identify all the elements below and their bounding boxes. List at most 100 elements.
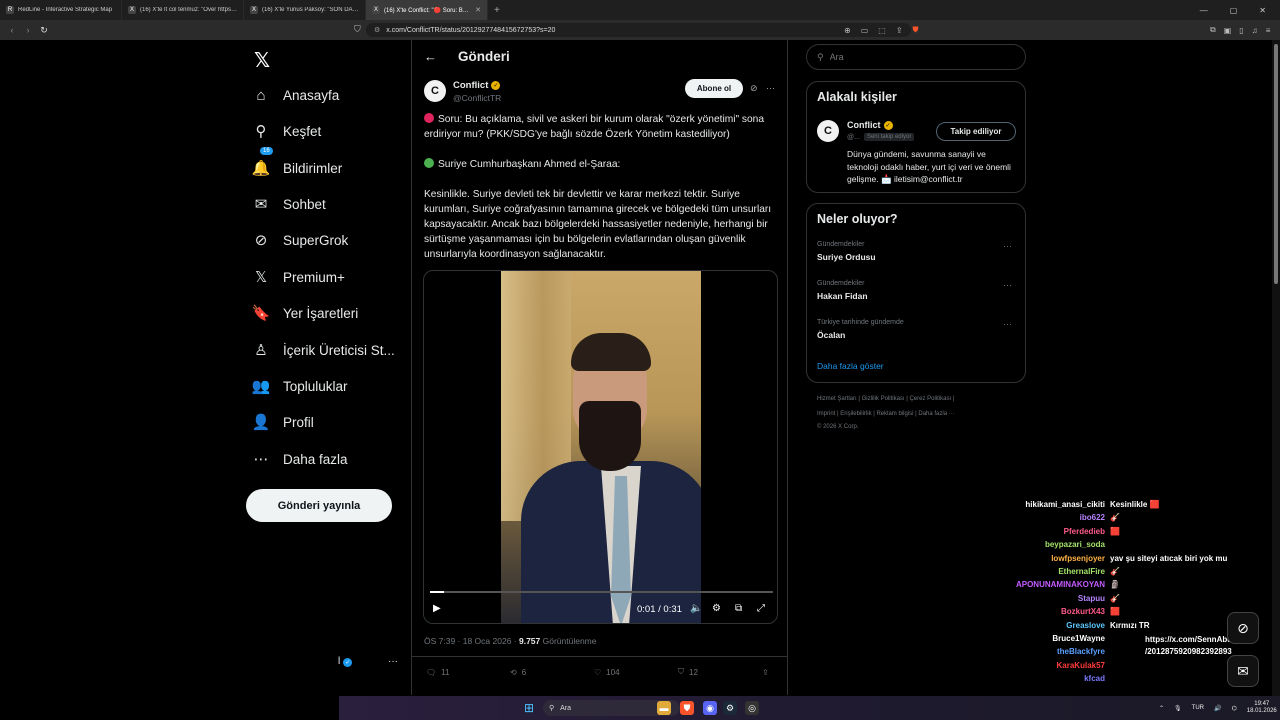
discord-icon[interactable]: ◉ <box>703 701 717 715</box>
reload-icon[interactable]: ↻ <box>36 25 52 36</box>
notification-badge: 16 <box>260 147 273 155</box>
language-indicator[interactable]: TUR <box>1192 705 1204 711</box>
screenshot-icon[interactable]: ⬚ <box>878 26 886 35</box>
brave-shield-icon[interactable]: ⛊ <box>913 25 919 35</box>
related-bio: Dünya gündemi, savunma sanayii ve teknol… <box>847 149 1011 184</box>
browser-tab[interactable]: R RedLine - Interactive Strategic Map <box>0 0 122 20</box>
sidebar-item[interactable]: 🔔 16 Bildirimler <box>252 147 342 183</box>
scrollbar-thumb[interactable] <box>1274 44 1278 284</box>
extensions-icon[interactable]: ⧉ <box>1210 25 1216 35</box>
fullscreen-icon[interactable]: ⤢ <box>757 603 765 614</box>
trend-more-icon[interactable]: ··· <box>1003 319 1012 329</box>
reply-button[interactable]: 🗨 11 <box>426 667 510 677</box>
sidebar-toggle-icon[interactable]: ▯ <box>1239 26 1243 35</box>
repost-button[interactable]: ⟲ 6 <box>510 667 594 677</box>
account-name-fragment: l <box>338 656 341 667</box>
column-divider <box>787 40 788 695</box>
following-button[interactable]: Takip ediliyor <box>936 122 1016 141</box>
author-name[interactable]: Conflict ✓ <box>453 80 501 91</box>
trend-name: Öcalan <box>817 330 846 340</box>
trend-more-icon[interactable]: ··· <box>1003 280 1012 290</box>
related-name[interactable]: Conflict ✓ <box>847 120 893 130</box>
address-bar[interactable]: ⚙ x.com/ConflictTR/status/20129277484156… <box>366 23 911 37</box>
volume-icon[interactable]: 🔊 <box>1214 705 1221 712</box>
clock[interactable]: 19:47 18.01.2026 <box>1247 701 1277 715</box>
tray-expand-icon[interactable]: ⌃ <box>1159 705 1164 712</box>
related-avatar[interactable]: C <box>817 120 839 142</box>
url-text: x.com/ConflictTR/status/2012927748415672… <box>386 26 556 34</box>
sidebar-item-label: Yer İşaretleri <box>283 305 359 321</box>
footer-links-line[interactable]: Imprint | Erişilebilirlik | Reklam bilgi… <box>817 411 955 417</box>
grok-overlay-icon[interactable]: ⊘ <box>1227 612 1259 644</box>
windows-start-icon[interactable]: ⊞ <box>522 701 536 715</box>
trend-name: Hakan Fidan <box>817 291 868 301</box>
settings-icon[interactable]: ⚙ <box>712 603 721 614</box>
network-icon[interactable]: ⌬ <box>1231 705 1236 712</box>
cast-icon[interactable]: ▭ <box>861 26 869 35</box>
share-button[interactable]: ⇪ <box>762 667 769 677</box>
trend-item[interactable]: Gündemdekiler Suriye Ordusu ··· <box>817 241 1022 262</box>
new-tab-icon[interactable]: + <box>494 5 500 16</box>
subscribe-button[interactable]: Abone ol <box>685 79 743 98</box>
browser-tab[interactable]: X (16) X'te Yunus Paksoy: "SON DAKİKA... <box>244 0 366 20</box>
sidebar-item[interactable]: 𝕏 Premium+ <box>252 262 345 292</box>
page-scrollbar[interactable] <box>1272 40 1280 696</box>
close-tab-icon[interactable]: ✕ <box>475 6 481 14</box>
trend-item[interactable]: Gündemdekiler Hakan Fidan ··· <box>817 280 1022 301</box>
mic-icon[interactable]: 🎙 <box>1174 705 1182 712</box>
account-more-icon[interactable]: ··· <box>388 656 398 667</box>
x-logo-icon[interactable]: 𝕏 <box>254 48 270 73</box>
post-button[interactable]: Gönderi yayınla <box>246 489 392 522</box>
sidebar-item[interactable]: ✉ Sohbet <box>252 189 326 219</box>
bookmark-button[interactable]: ⛉ 12 <box>678 667 762 677</box>
footer-links-line[interactable]: Hizmet Şartları | Gizlilik Politikası | … <box>817 396 954 402</box>
sidebar-item[interactable]: ♙ İçerik Üreticisi St... <box>252 335 395 365</box>
share-icon[interactable]: ⇪ <box>896 26 903 35</box>
grok-icon[interactable]: ⊘ <box>750 83 758 94</box>
play-icon[interactable]: ▶ <box>433 603 441 614</box>
video-beard <box>579 401 641 471</box>
author-avatar[interactable]: C <box>424 80 446 102</box>
sidebar-item[interactable]: ⌂ Anasayfa <box>252 80 339 110</box>
browser-tab[interactable]: X (16) X'te lt col tenmuz: "Over https:/… <box>122 0 244 20</box>
sidebar-item[interactable]: ⚲ Keşfet <box>252 116 322 146</box>
browser-tab-active[interactable]: X (16) X'te Conflict: "🔴 Soru: Bu a... ✕ <box>366 0 488 20</box>
trend-item[interactable]: Türkiye tarihinde gündemde Öcalan ··· <box>817 319 1022 340</box>
search-box[interactable]: ⚲ <box>806 44 1026 70</box>
author-handle[interactable]: @ConflictTR <box>453 93 501 103</box>
wallet-icon[interactable]: ▣ <box>1224 26 1232 35</box>
zoom-icon[interactable]: ⊕ <box>844 26 851 35</box>
maximize-window-icon[interactable]: ▢ <box>1230 6 1238 15</box>
site-settings-icon[interactable]: ⚙ <box>374 26 380 34</box>
sidebar-item[interactable]: ⊘ SuperGrok <box>252 225 349 255</box>
tweet-timestamp[interactable]: ÖS 7:39 · 18 Oca 2026 · <box>424 636 519 646</box>
sidebar-item[interactable]: 🔖 Yer İşaretleri <box>252 298 359 328</box>
close-window-icon[interactable]: ✕ <box>1259 6 1266 15</box>
back-arrow-icon[interactable]: ← <box>424 49 437 64</box>
obs-icon[interactable]: ◎ <box>745 701 759 715</box>
like-button[interactable]: ♡ 104 <box>594 667 678 677</box>
messages-overlay-icon[interactable]: ✉ <box>1227 655 1259 687</box>
sidebar-item[interactable]: 👤 Profil <box>252 407 314 437</box>
more-options-icon[interactable]: ··· <box>766 83 775 93</box>
media-icon[interactable]: ♫ <box>1252 26 1258 35</box>
picture-in-picture-icon[interactable]: ⧉ <box>735 603 742 614</box>
brave-browser-icon[interactable]: ⛊ <box>680 701 694 715</box>
tab-title: RedLine - Interactive Strategic Map <box>18 7 113 13</box>
bookmark-page-icon[interactable]: ⛉ <box>354 24 361 35</box>
menu-icon[interactable]: ≡ <box>1266 26 1271 35</box>
minimize-window-icon[interactable]: — <box>1200 6 1208 15</box>
sidebar-item[interactable]: ⋯ Daha fazla <box>252 444 348 474</box>
account-switcher[interactable]: l ✓ <box>338 656 353 667</box>
search-input[interactable] <box>829 52 1010 62</box>
volume-icon[interactable]: 🔈 <box>690 603 702 614</box>
video-progress-bar[interactable] <box>430 591 773 593</box>
video-player[interactable]: ▶ 0:01 / 0:31 🔈 ⚙ ⧉ ⤢ <box>423 270 778 624</box>
trend-more-icon[interactable]: ··· <box>1003 241 1012 251</box>
sidebar-item[interactable]: 👥 Topluluklar <box>252 371 348 401</box>
back-nav-icon[interactable]: ‹ <box>4 25 20 35</box>
forward-nav-icon[interactable]: › <box>20 25 36 35</box>
show-more-link[interactable]: Daha fazla göster <box>817 361 884 371</box>
file-explorer-icon[interactable]: ▬ <box>657 701 671 715</box>
steam-icon[interactable]: ⚙ <box>723 701 737 715</box>
